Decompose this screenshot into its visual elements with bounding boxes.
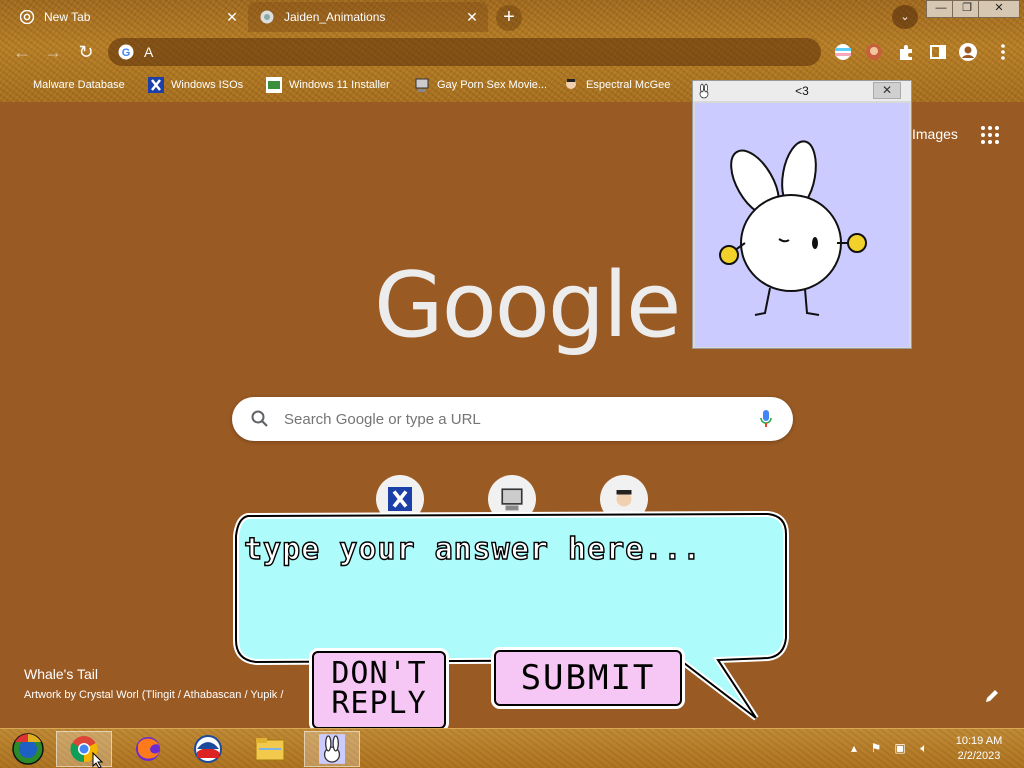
taskbar-file-explorer[interactable] xyxy=(242,731,298,767)
tab-close-button[interactable]: ✕ xyxy=(464,9,480,25)
popup-close-button[interactable]: ✕ xyxy=(873,82,901,99)
bookmark-espectral-mcgee[interactable]: Espectral McGee xyxy=(563,76,670,94)
installer-image-icon xyxy=(266,77,282,93)
chrome-icon xyxy=(20,10,34,24)
tab-search-button[interactable]: ⌄ xyxy=(892,5,918,29)
search-input[interactable] xyxy=(284,410,744,428)
bookmark-label: Espectral McGee xyxy=(586,79,671,91)
folder-icon xyxy=(255,738,285,761)
show-hidden-icons-chevron-icon[interactable]: ▴ xyxy=(846,741,862,755)
tab-title: Jaiden_Animations xyxy=(284,10,386,24)
back-icon[interactable]: ← xyxy=(11,41,33,63)
side-panel-icon[interactable] xyxy=(928,42,948,62)
forward-icon[interactable]: → xyxy=(42,41,64,63)
bookmark-folder-icon xyxy=(10,77,26,93)
bookmark-windows-11-installer[interactable]: Windows 11 Installer xyxy=(266,76,390,94)
bunny-icon xyxy=(319,734,345,764)
new-tab-button[interactable]: + xyxy=(496,5,522,31)
firefox-icon xyxy=(136,737,160,761)
search-icon xyxy=(251,410,268,427)
bookmark-windows-isos[interactable]: Windows ISOs xyxy=(148,76,243,94)
bookmark-label: Gay Porn Sex Movie... xyxy=(437,79,548,91)
images-link[interactable]: Images xyxy=(912,126,958,142)
tab-close-button[interactable]: ✕ xyxy=(224,9,240,25)
start-orb-icon xyxy=(12,733,44,765)
taskbar-obama-app[interactable] xyxy=(180,731,236,767)
microphone-icon[interactable] xyxy=(759,409,773,429)
site-favicon-icon xyxy=(260,10,274,24)
x-logo-icon xyxy=(148,77,164,93)
bookmark-malware-database[interactable]: Malware Database xyxy=(10,76,125,94)
taskbar-bunny-app[interactable] xyxy=(304,731,360,767)
extensions-puzzle-icon[interactable] xyxy=(896,42,916,62)
dont-reply-button[interactable]: DON'T REPLY xyxy=(312,651,446,729)
mouse-cursor-icon xyxy=(92,752,104,768)
address-bar-text: A xyxy=(144,44,154,60)
search-box[interactable] xyxy=(232,397,793,441)
google-logo: Google xyxy=(374,253,681,358)
google-g-icon: G xyxy=(118,44,134,60)
tab-new-tab[interactable]: New Tab ✕ xyxy=(8,2,248,32)
popup-titlebar[interactable]: <3 ✕ xyxy=(693,81,911,101)
address-bar[interactable]: G A xyxy=(108,38,821,66)
clock-time: 10:19 AM xyxy=(955,735,1003,747)
network-icon[interactable]: ▣ xyxy=(892,741,908,755)
taskbar: ▴ ⚑ ▣ 🔈︎ 10:19 AM 2/2/2023 xyxy=(0,728,1024,768)
taskbar-firefox[interactable] xyxy=(120,731,176,767)
bookmark-label: Windows 11 Installer xyxy=(289,79,390,91)
bunny-popup-window: <3 ✕ xyxy=(692,80,912,349)
bookmark-label: Malware Database xyxy=(33,79,125,91)
reload-icon[interactable]: ↻ xyxy=(75,41,97,63)
extension-flag-icon[interactable] xyxy=(833,42,853,62)
profile-icon[interactable] xyxy=(958,42,978,62)
start-button[interactable] xyxy=(0,731,56,767)
bunny-canvas xyxy=(695,103,909,347)
menu-kebab-icon[interactable] xyxy=(993,42,1013,62)
svg-text:G: G xyxy=(122,47,131,59)
close-window-button[interactable]: ✕ xyxy=(978,0,1020,18)
customize-pencil-icon[interactable] xyxy=(984,688,1000,704)
bookmark-label: Windows ISOs xyxy=(171,79,244,91)
tab-jaiden-animations[interactable]: Jaiden_Animations ✕ xyxy=(248,2,488,32)
submit-button[interactable]: SUBMIT xyxy=(494,650,682,706)
background-title[interactable]: Whale's Tail xyxy=(24,666,98,682)
obama-logo-icon xyxy=(194,735,222,763)
answer-input[interactable] xyxy=(244,524,774,574)
google-apps-icon[interactable] xyxy=(981,126,999,144)
volume-icon[interactable]: 🔈︎ xyxy=(916,741,932,755)
tab-title: New Tab xyxy=(44,10,91,24)
character-avatar-icon xyxy=(563,77,579,93)
extension-avatar-icon[interactable] xyxy=(864,42,884,62)
computer-icon xyxy=(414,77,430,93)
bunny-illustration xyxy=(719,140,867,316)
system-clock[interactable]: 10:19 AM 2/2/2023 xyxy=(940,734,1018,764)
bookmark-gay-porn[interactable]: Gay Porn Sex Movie... xyxy=(414,76,547,94)
action-center-flag-icon[interactable]: ⚑ xyxy=(868,741,884,755)
clock-date: 2/2/2023 xyxy=(957,750,1001,762)
